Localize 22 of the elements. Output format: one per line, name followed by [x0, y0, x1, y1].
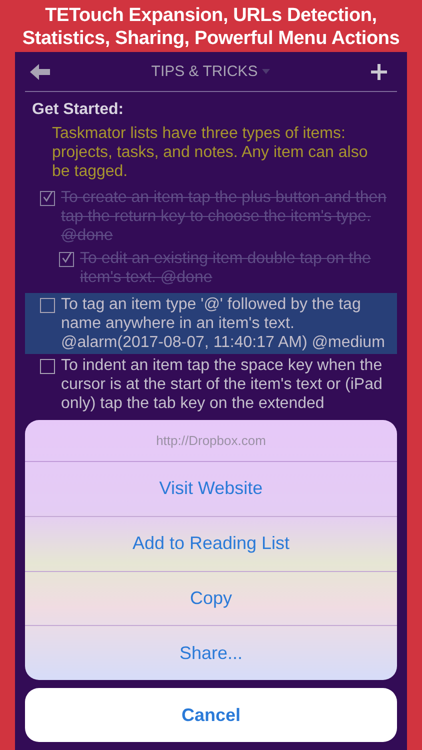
action-button[interactable]: Copy	[25, 572, 397, 626]
note-text: Taskmator lists have three types of items: projects, tasks, and notes. Any item can also be tagged.	[52, 124, 369, 181]
plus-icon[interactable]	[370, 64, 387, 80]
task-text: To create an item tap the plus button and then tap the return key to choose the item's type. @done	[61, 188, 387, 245]
headline: Statistics, Sharing, Powerful Menu Actions	[22, 26, 400, 50]
checkbox[interactable]	[40, 191, 55, 206]
task-text: To indent an item tap the space key when the cursor is at the start of the item's text or (iPad only) tap the tab key on the extended	[61, 356, 384, 413]
task-text: To tag an item type '@' followed by the tag name anywhere in an item's text. @alarm(2017-08-07, 11:40:17 AM) @medium	[61, 295, 386, 352]
checkbox[interactable]	[59, 252, 74, 267]
action-button[interactable]: Share...	[25, 626, 397, 680]
section-heading: Get Started:	[32, 100, 125, 120]
action-button[interactable]: Add to Reading List	[25, 516, 397, 572]
checkbox[interactable]	[40, 359, 55, 374]
headline: TETouch Expansion, URLs Detection,	[45, 4, 377, 26]
back-arrow-icon[interactable]	[30, 64, 50, 80]
action-button[interactable]: Visit Website	[25, 462, 397, 517]
selected-row[interactable]: To tag an item type '@' followed by the tag name anywhere in an item's text. @alarm(2017-08-07, 11:40:17 AM) @medium	[25, 293, 397, 354]
link-url: http://Dropbox.com	[25, 420, 397, 462]
task-text: To edit an existing item double tap on the item's text. @done	[80, 249, 372, 287]
checkbox[interactable]	[40, 298, 55, 313]
cancel-button[interactable]: Cancel	[25, 688, 397, 742]
list-title[interactable]: TIPS & TRICKS	[151, 63, 258, 80]
